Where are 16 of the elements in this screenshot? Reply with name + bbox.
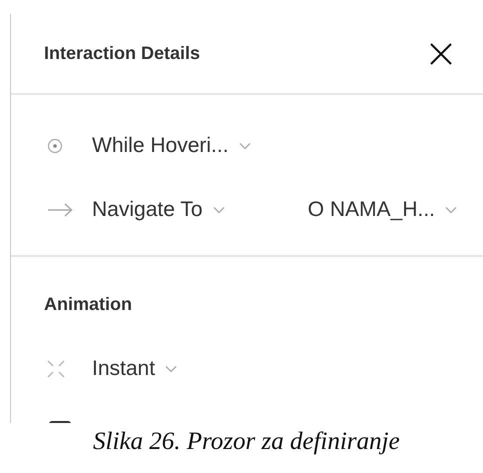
chevron-icon: [238, 142, 251, 150]
collapse-icon: [47, 360, 65, 378]
chevron-icon: [212, 206, 225, 214]
close-icon: [429, 42, 453, 66]
dropdown[interactable]: Navigate To: [92, 198, 225, 222]
arrow-icon: [47, 203, 73, 217]
dropdown[interactable]: Instant: [92, 357, 178, 381]
chevron-icon: [165, 365, 178, 373]
figure-caption: Slika 26. Prozor za definiranje: [92, 427, 401, 456]
panel-title: Interaction Details: [44, 43, 200, 64]
dropdown[interactable]: O NAMA_H...: [308, 198, 457, 222]
chevron-icon: [445, 206, 457, 214]
close-button[interactable]: [429, 42, 453, 66]
target-icon: [47, 138, 63, 154]
dropdown[interactable]: While Hoveri...: [92, 134, 251, 158]
section-title: Animation: [43, 293, 133, 315]
